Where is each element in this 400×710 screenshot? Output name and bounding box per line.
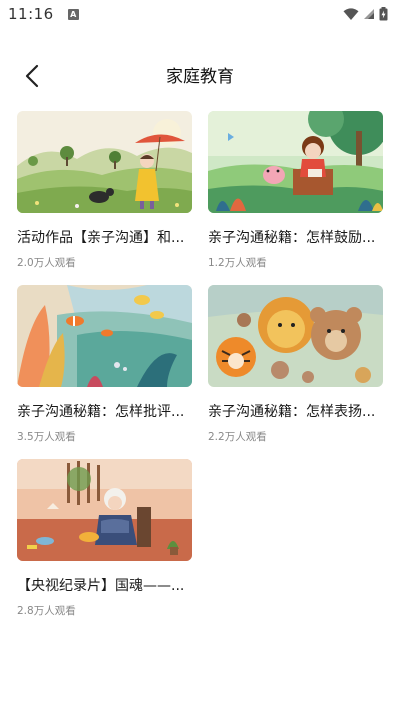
- view-count: 2.8万人观看: [17, 605, 76, 617]
- view-count: 3.5万人观看: [17, 431, 76, 443]
- video-card[interactable]: 亲子沟通秘籍：怎样批评... 3.5万人观看: [17, 285, 192, 444]
- video-thumbnail[interactable]: [17, 459, 192, 561]
- battery-icon: [379, 7, 388, 21]
- video-card[interactable]: 亲子沟通秘籍：怎样鼓励... 1.2万人观看: [208, 111, 383, 270]
- video-title[interactable]: 亲子沟通秘籍：怎样批评...: [17, 401, 187, 421]
- video-title[interactable]: 【央视纪录片】国魂——...: [17, 575, 187, 595]
- video-title[interactable]: 活动作品【亲子沟通】和...: [17, 227, 187, 247]
- page-title: 家庭教育: [166, 67, 234, 87]
- nav-bar: 家庭教育: [0, 52, 400, 96]
- video-thumbnail[interactable]: [208, 111, 383, 213]
- view-count: 2.2万人观看: [208, 431, 267, 443]
- video-title[interactable]: 亲子沟通秘籍：怎样表扬...: [208, 401, 378, 421]
- video-card[interactable]: 亲子沟通秘籍：怎样表扬... 2.2万人观看: [208, 285, 383, 444]
- video-title[interactable]: 亲子沟通秘籍：怎样鼓励...: [208, 227, 378, 247]
- video-thumbnail[interactable]: [17, 111, 192, 213]
- notification-icon: A: [67, 8, 79, 20]
- status-icons: [343, 7, 388, 21]
- video-card[interactable]: 活动作品【亲子沟通】和... 2.0万人观看: [17, 111, 192, 270]
- video-card[interactable]: 【央视纪录片】国魂——... 2.8万人观看: [17, 459, 192, 618]
- status-bar: 11:16 A: [0, 0, 400, 28]
- signal-icon: [364, 9, 374, 19]
- wifi-icon: [343, 7, 359, 20]
- video-thumbnail[interactable]: [17, 285, 192, 387]
- view-count: 1.2万人观看: [208, 257, 267, 269]
- view-count: 2.0万人观看: [17, 257, 76, 269]
- status-time: 11:16: [8, 5, 54, 23]
- video-thumbnail[interactable]: [208, 285, 383, 387]
